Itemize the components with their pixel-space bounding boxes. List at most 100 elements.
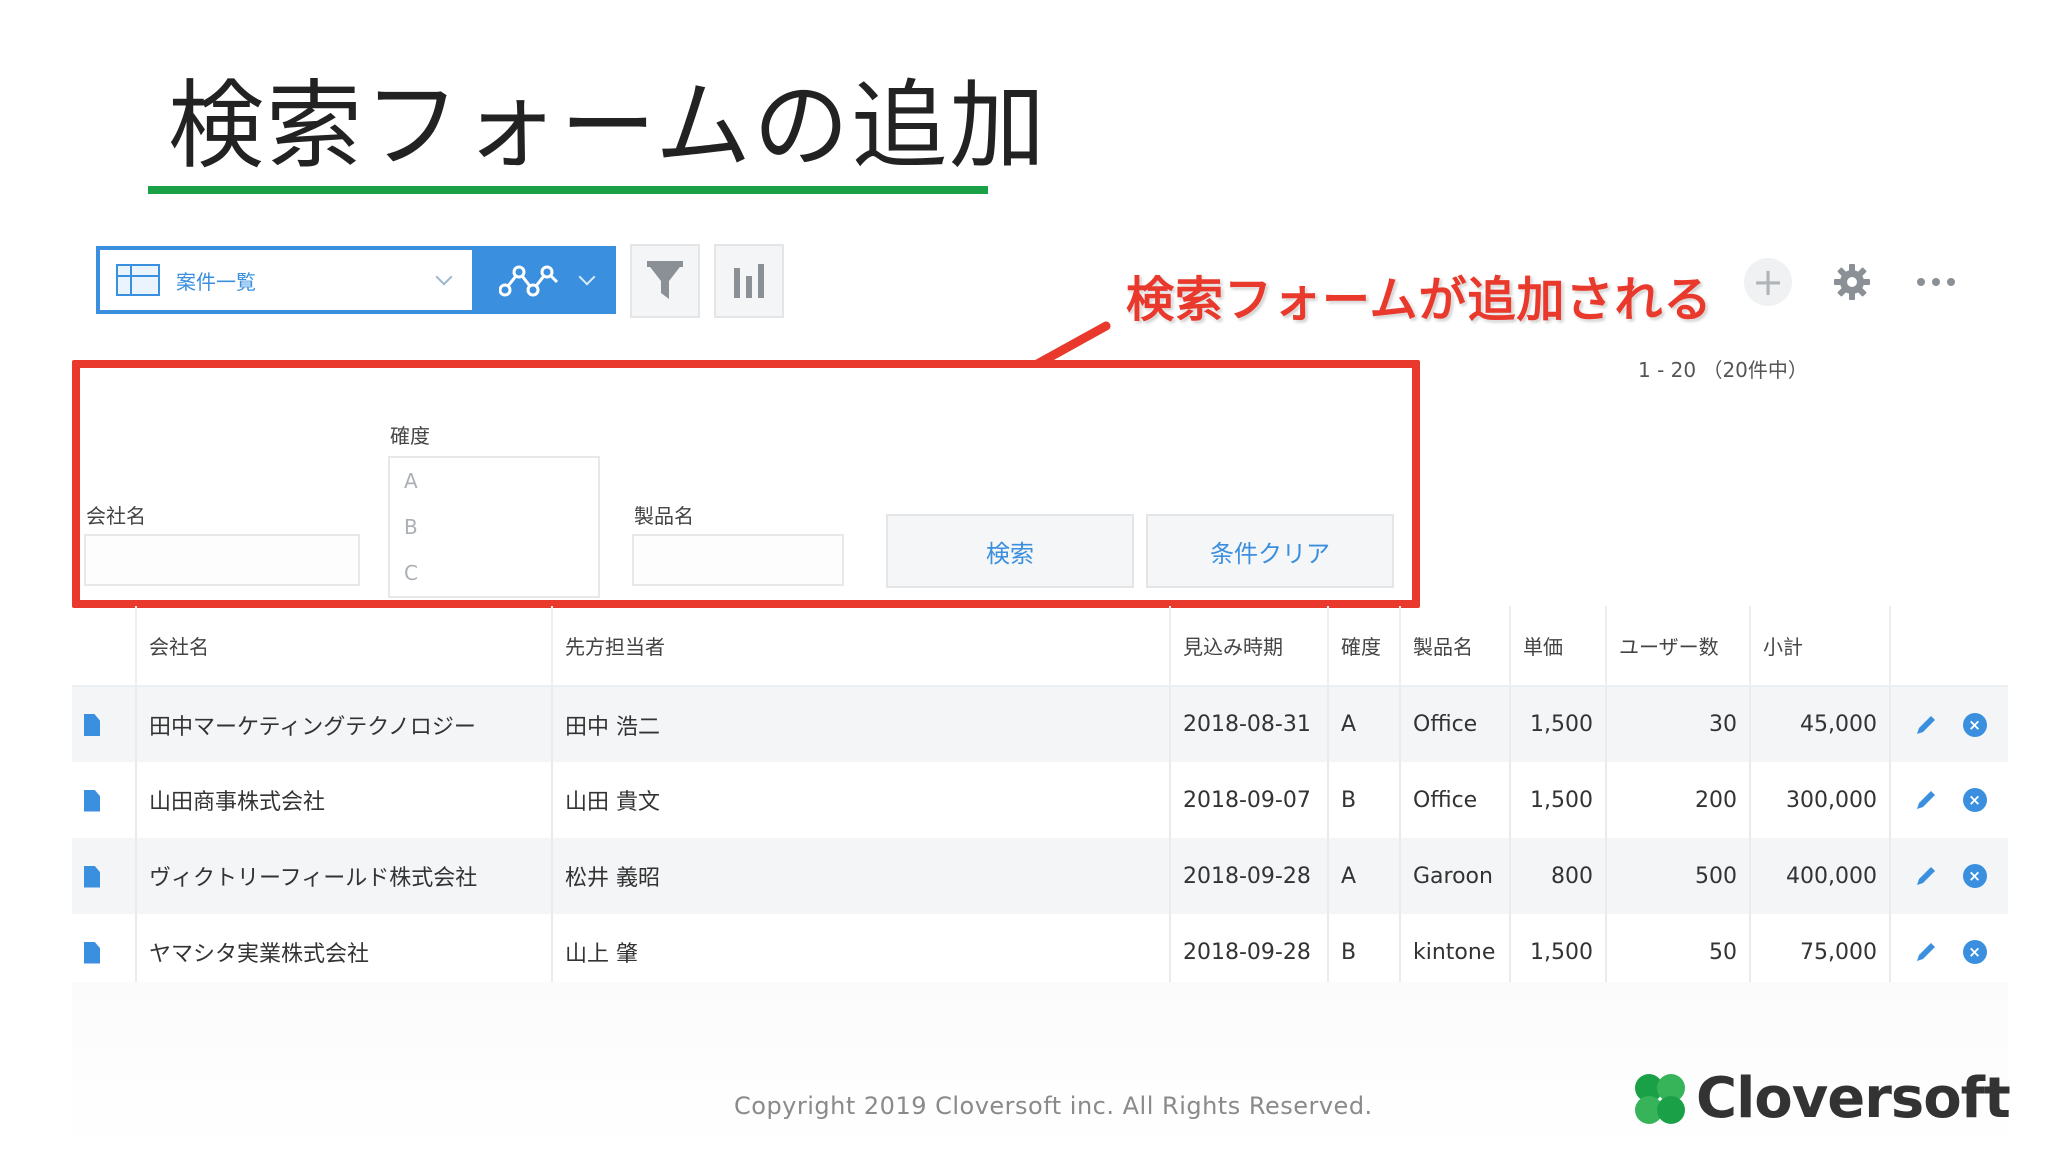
more-icon (1917, 278, 1955, 286)
cell-unit-price: 800 (1510, 838, 1607, 914)
cell-contact: 山田 貴文 (552, 762, 1171, 838)
row-actions: × (1890, 686, 2008, 762)
record-detail-link[interactable] (72, 838, 137, 914)
record-detail-link[interactable] (72, 686, 137, 762)
clover-logo-icon (1635, 1073, 1685, 1124)
view-select-dropdown[interactable]: 案件一覧 (96, 246, 476, 314)
graph-icon (499, 265, 559, 297)
chevron-down-icon (435, 268, 453, 286)
cell-unit-price: 1,500 (1510, 686, 1607, 762)
cell-subtotal: 400,000 (1750, 838, 1891, 914)
product-label: 製品名 (634, 504, 694, 528)
cell-product: kintone (1400, 914, 1511, 990)
row-actions: × (1890, 762, 2008, 838)
table-row: 山田商事株式会社 山田 貴文 2018-09-07 B Office 1,500… (72, 762, 2008, 838)
header-certainty[interactable]: 確度 (1328, 606, 1401, 687)
header-expected-date[interactable]: 見込み時期 (1170, 606, 1329, 687)
cell-contact: 田中 浩二 (552, 686, 1171, 762)
cell-contact: 松井 義昭 (552, 838, 1171, 914)
cell-expected-date: 2018-09-28 (1170, 838, 1329, 914)
more-options-button[interactable] (1912, 266, 1960, 298)
cell-product: Garoon (1400, 838, 1511, 914)
header-cell (1890, 606, 2008, 687)
delete-icon[interactable]: × (1962, 864, 1987, 888)
cell-subtotal: 45,000 (1750, 686, 1891, 762)
certainty-option[interactable]: B (404, 514, 598, 560)
pagination-count: 1 - 20 （20件中） (1638, 358, 1808, 382)
cell-users: 200 (1606, 762, 1751, 838)
company-search-input[interactable] (84, 534, 360, 586)
cell-expected-date: 2018-09-07 (1170, 762, 1329, 838)
cell-certainty: B (1328, 762, 1401, 838)
edit-pencil-icon[interactable] (1913, 712, 1939, 738)
logo-text: Cloversoft (1696, 1066, 2011, 1131)
chevron-down-icon (578, 268, 596, 286)
cell-contact: 山上 肇 (552, 914, 1171, 990)
filter-icon (647, 261, 683, 299)
edit-pencil-icon[interactable] (1913, 787, 1939, 813)
cell-users: 30 (1606, 686, 1751, 762)
graph-dropdown-button[interactable] (476, 246, 616, 314)
cell-expected-date: 2018-09-28 (1170, 914, 1329, 990)
document-icon (84, 941, 100, 964)
cell-product: Office (1400, 762, 1511, 838)
header-unit-price[interactable]: 単価 (1510, 606, 1607, 687)
settings-button[interactable] (1826, 256, 1878, 308)
cell-subtotal: 300,000 (1750, 762, 1891, 838)
cell-certainty: B (1328, 914, 1401, 990)
record-detail-link[interactable] (72, 762, 137, 838)
product-search-input[interactable] (632, 534, 844, 586)
view-select-label: 案件一覧 (176, 269, 256, 294)
header-cell (72, 606, 137, 687)
cell-company: 田中マーケティングテクノロジー (136, 686, 553, 762)
cell-unit-price: 1,500 (1510, 762, 1607, 838)
cell-certainty: A (1328, 838, 1401, 914)
document-icon (84, 865, 100, 888)
filter-button[interactable] (630, 244, 700, 318)
cell-company: ヴィクトリーフィールド株式会社 (136, 838, 553, 914)
row-actions: × (1890, 914, 2008, 990)
table-row: 田中マーケティングテクノロジー 田中 浩二 2018-08-31 A Offic… (72, 686, 2008, 762)
clear-conditions-button[interactable]: 条件クリア (1146, 514, 1394, 588)
certainty-option[interactable]: C (404, 560, 598, 606)
delete-icon[interactable]: × (1962, 712, 1987, 737)
delete-icon[interactable]: × (1962, 940, 1987, 964)
edit-pencil-icon[interactable] (1913, 939, 1939, 965)
table-row: ヤマシタ実業株式会社 山上 肇 2018-09-28 B kintone 1,5… (72, 914, 2008, 990)
slide-title: 検索フォームの追加 (168, 70, 1048, 182)
table-row: ヴィクトリーフィールド株式会社 松井 義昭 2018-09-28 A Garoo… (72, 838, 2008, 914)
copyright-text: Copyright 2019 Cloversoft inc. All Right… (734, 1092, 1373, 1120)
header-subtotal[interactable]: 小計 (1750, 606, 1891, 687)
record-detail-link[interactable] (72, 914, 137, 990)
gear-icon (1834, 264, 1870, 300)
cell-users: 50 (1606, 914, 1751, 990)
cell-product: Office (1400, 686, 1511, 762)
header-contact[interactable]: 先方担当者 (552, 606, 1171, 687)
cell-users: 500 (1606, 838, 1751, 914)
header-users[interactable]: ユーザー数 (1606, 606, 1751, 687)
cell-company: ヤマシタ実業株式会社 (136, 914, 553, 990)
cell-company: 山田商事株式会社 (136, 762, 553, 838)
bar-chart-icon (734, 264, 764, 298)
add-record-button[interactable]: + (1744, 258, 1792, 306)
document-icon (84, 714, 100, 736)
certainty-option[interactable]: A (404, 468, 598, 514)
row-actions: × (1890, 838, 2008, 914)
cell-expected-date: 2018-08-31 (1170, 686, 1329, 762)
document-icon (84, 789, 100, 812)
search-button[interactable]: 検索 (886, 514, 1134, 588)
title-underline (148, 186, 988, 194)
certainty-label: 確度 (390, 424, 430, 448)
cell-certainty: A (1328, 686, 1401, 762)
table-view-icon (116, 264, 160, 296)
company-label: 会社名 (86, 504, 146, 528)
header-product[interactable]: 製品名 (1400, 606, 1511, 687)
cell-unit-price: 1,500 (1510, 914, 1607, 990)
edit-pencil-icon[interactable] (1913, 863, 1939, 889)
record-table: 会社名 先方担当者 見込み時期 確度 製品名 単価 ユーザー数 小計 田中マーケ… (72, 606, 2008, 990)
header-company[interactable]: 会社名 (136, 606, 553, 687)
certainty-multiselect[interactable]: A B C (388, 456, 600, 598)
callout-text: 検索フォームが追加される (1126, 272, 1713, 328)
delete-icon[interactable]: × (1962, 788, 1987, 812)
graph-chart-button[interactable] (714, 244, 784, 318)
